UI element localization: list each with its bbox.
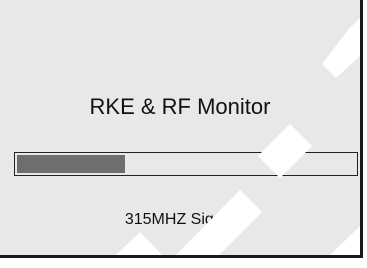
signal-strength-bar: [14, 152, 358, 176]
signal-label: 315MHZ Signal: [124, 211, 236, 228]
screen-title: RKE & RF Monitor: [89, 94, 271, 119]
signal-strength-fill: [17, 155, 126, 173]
monitor-screen: RKE & RF Monitor 315MHZ Signal: [0, 0, 363, 258]
